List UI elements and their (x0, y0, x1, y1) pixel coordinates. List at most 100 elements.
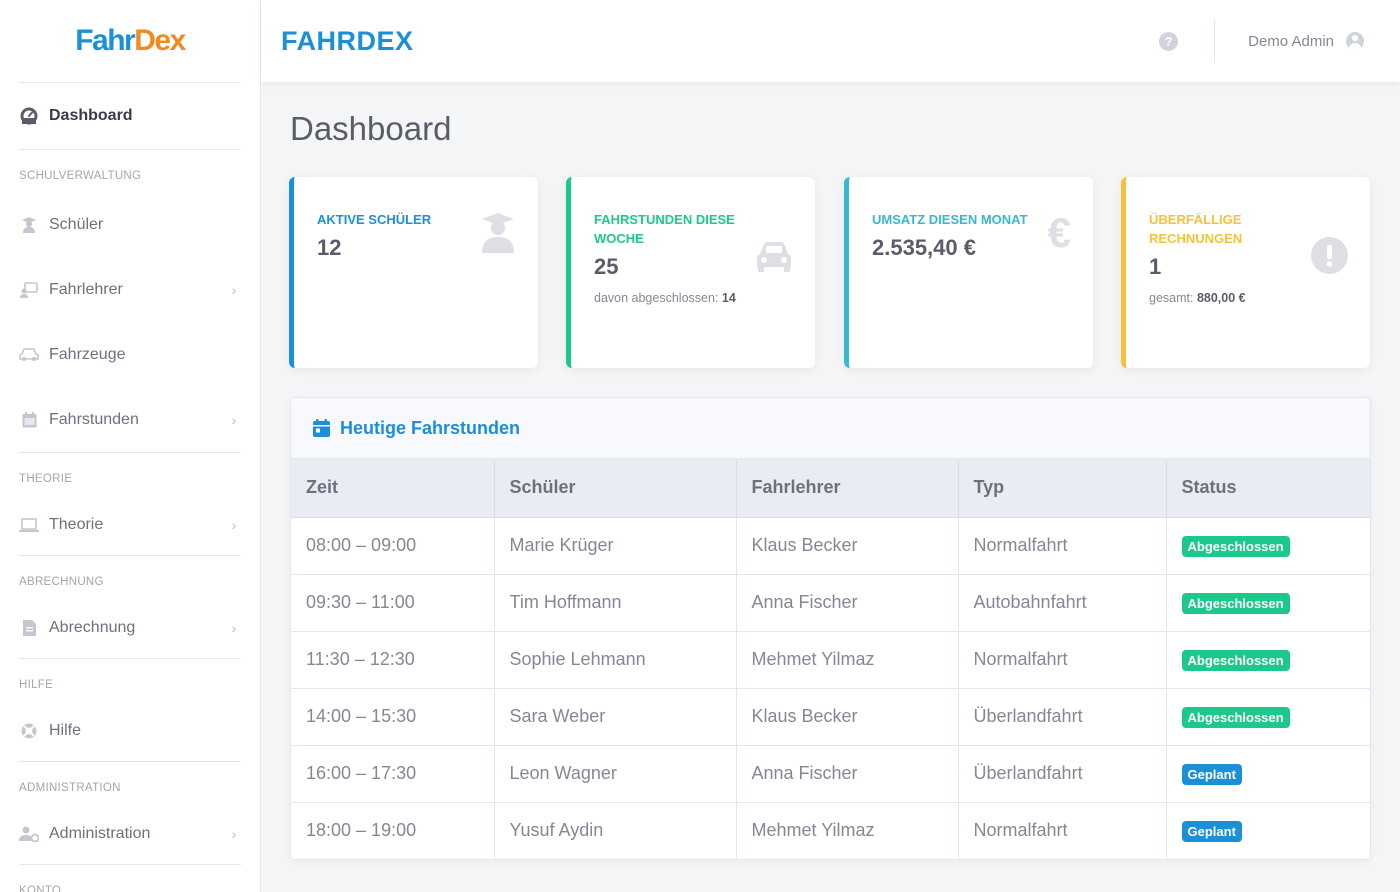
cell-zeit: 14:00 – 15:30 (291, 688, 495, 746)
stat-card-aktive-schueler: AKTIVE SCHÜLER 12 (289, 177, 538, 368)
stat-card-label: UMSATZ DIESEN MONAT (872, 212, 1028, 227)
sidebar-heading-schulverwaltung: SCHULVERWALTUNG (19, 170, 142, 182)
cell-typ: Normalfahrt (958, 517, 1167, 575)
sidebar-item-hilfe[interactable]: Hilfe (0, 701, 260, 761)
cell-schueler: Sara Weber (494, 688, 737, 746)
sidebar-heading-abrechnung: ABRECHNUNG (19, 576, 104, 588)
invoice-icon (19, 618, 39, 638)
user-name[interactable]: Demo Admin (1248, 33, 1334, 50)
sidebar-item-label: Dashboard (49, 107, 133, 124)
sidebar-item-label: Abrechnung (49, 619, 136, 636)
chevron-right-icon: › (231, 281, 237, 298)
table-row[interactable]: 11:30 – 12:30 Sophie Lehmann Mehmet Yilmaz… (291, 631, 1370, 689)
status-badge: Abgeschlossen (1181, 706, 1290, 728)
table-header-row: Zeit Schüler Fahrlehrer Typ Status (291, 459, 1370, 518)
cell-fahrlehrer: Mehmet Yilmaz (736, 802, 959, 859)
cell-status: Geplant (1166, 745, 1370, 803)
cell-status: Geplant (1166, 802, 1370, 859)
table-row[interactable]: 16:00 – 17:30 Leon Wagner Anna Fischer Über… (291, 745, 1370, 803)
sidebar-item-schueler[interactable]: Schüler (0, 192, 260, 257)
chevron-right-icon: › (231, 620, 237, 636)
sidebar-item-fahrlehrer[interactable]: Fahrlehrer › (0, 257, 260, 322)
sidebar-item-label: Administration (49, 825, 151, 842)
tachometer-icon (19, 106, 39, 126)
cell-typ: Überlandfahrt (958, 688, 1167, 746)
page-title: Dashboard (290, 110, 452, 147)
cell-status: Abgeschlossen (1166, 631, 1370, 689)
user-avatar-icon[interactable] (1346, 32, 1364, 50)
stat-card-subtext: davon abgeschlossen: 14 (594, 291, 736, 305)
stat-card-label: AKTIVE SCHÜLER (317, 212, 432, 227)
column-header-typ[interactable]: Typ (958, 459, 1167, 518)
stat-card-label: ÜBERFÄLLIGE RECHNUNGEN (1149, 212, 1243, 246)
cell-zeit: 08:00 – 09:00 (291, 517, 495, 575)
calendar-icon (19, 410, 39, 430)
stat-card-fahrstunden-woche: FAHRSTUNDEN DIESE WOCHE 25 davon abgesch… (566, 177, 815, 368)
sidebar-heading-theorie: THEORIE (19, 473, 73, 485)
status-badge: Abgeschlossen (1181, 649, 1290, 671)
panel-title: Heutige Fahrstunden (340, 417, 521, 438)
cell-schueler: Sophie Lehmann (494, 631, 737, 689)
cell-status: Abgeschlossen (1166, 688, 1370, 746)
sidebar-item-label: Hilfe (49, 722, 82, 739)
sidebar-item-abrechnung[interactable]: Abrechnung › (0, 598, 260, 658)
status-badge: Abgeschlossen (1181, 592, 1290, 614)
sidebar-item-fahrstunden[interactable]: Fahrstunden › (0, 387, 260, 452)
sidebar-item-label: Fahrstunden (49, 410, 139, 428)
table-row[interactable]: 18:00 – 19:00 Yusuf Aydin Mehmet Yilmaz Nor… (291, 802, 1370, 859)
graduate-icon (480, 213, 516, 263)
app-title: FAHRDEX (281, 25, 414, 56)
status-badge: Geplant (1181, 763, 1242, 785)
sidebar-heading-konto: KONTO (19, 885, 62, 892)
cell-schueler: Leon Wagner (494, 745, 737, 803)
brand-logo-text: FahrDex (75, 24, 186, 57)
laptop-icon (19, 515, 39, 535)
stat-card-subtext: gesamt: 880,00 € (1149, 291, 1246, 305)
sidebar-item-dashboard[interactable]: Dashboard (0, 83, 260, 149)
cell-status: Abgeschlossen (1166, 574, 1370, 632)
column-header-zeit[interactable]: Zeit (291, 459, 495, 518)
stat-card-umsatz-monat: UMSATZ DIESEN MONAT 2.535,40 € € (844, 177, 1093, 368)
cell-fahrlehrer: Klaus Becker (736, 688, 959, 746)
cell-fahrlehrer: Anna Fischer (736, 574, 959, 632)
cell-zeit: 18:00 – 19:00 (291, 802, 495, 859)
cell-status: Abgeschlossen (1166, 517, 1370, 575)
chevron-right-icon: › (231, 826, 237, 842)
calendar-day-icon (313, 419, 330, 437)
cell-typ: Normalfahrt (958, 631, 1167, 689)
panel-header: Heutige Fahrstunden (291, 398, 1370, 459)
column-header-status[interactable]: Status (1166, 459, 1370, 518)
stat-card-label: FAHRSTUNDEN DIESE WOCHE (594, 212, 735, 246)
cell-zeit: 16:00 – 17:30 (291, 745, 495, 803)
student-icon (19, 215, 39, 235)
topbar: FAHRDEX ? Demo Admin (261, 0, 1400, 82)
column-header-schueler[interactable]: Schüler (494, 459, 737, 518)
stat-card-ueberfaellige-rechnungen: ÜBERFÄLLIGE RECHNUNGEN 1 gesamt: 880,00 … (1121, 177, 1370, 368)
exclamation-circle-icon (1311, 237, 1348, 284)
cell-typ: Autobahnfahrt (958, 574, 1167, 632)
cell-schueler: Yusuf Aydin (494, 802, 737, 859)
brand-logo[interactable]: FahrDex (0, 0, 260, 82)
cell-typ: Normalfahrt (958, 802, 1167, 859)
table-row[interactable]: 14:00 – 15:30 Sara Weber Klaus Becker Überl… (291, 688, 1370, 746)
car-icon (19, 345, 39, 365)
sidebar-heading-hilfe: HILFE (19, 679, 54, 691)
table-row[interactable]: 08:00 – 09:00 Marie Krüger Klaus Becker Nor… (291, 517, 1370, 575)
lifebuoy-icon (19, 721, 39, 741)
sidebar-item-fahrzeuge[interactable]: Fahrzeuge (0, 322, 260, 387)
sidebar-item-theorie[interactable]: Theorie › (0, 495, 260, 555)
table-row[interactable]: 09:30 – 11:00 Tim Hoffmann Anna Fischer Aut… (291, 574, 1370, 632)
cell-fahrlehrer: Mehmet Yilmaz (736, 631, 959, 689)
todays-lessons-panel: Heutige Fahrstunden Zeit Schüler Fahrleh… (290, 397, 1371, 860)
sidebar-item-label: Schüler (49, 215, 104, 233)
topbar-divider (1214, 19, 1216, 63)
sidebar-item-administration[interactable]: Administration › (0, 804, 260, 864)
sidebar-item-label: Theorie (49, 516, 104, 533)
status-badge: Geplant (1181, 820, 1242, 842)
column-header-fahrlehrer[interactable]: Fahrlehrer (736, 459, 959, 518)
users-cog-icon (19, 824, 39, 844)
cell-schueler: Tim Hoffmann (494, 574, 737, 632)
cell-typ: Überlandfahrt (958, 745, 1167, 803)
chevron-right-icon: › (231, 411, 237, 428)
help-icon[interactable]: ? (1159, 31, 1179, 51)
